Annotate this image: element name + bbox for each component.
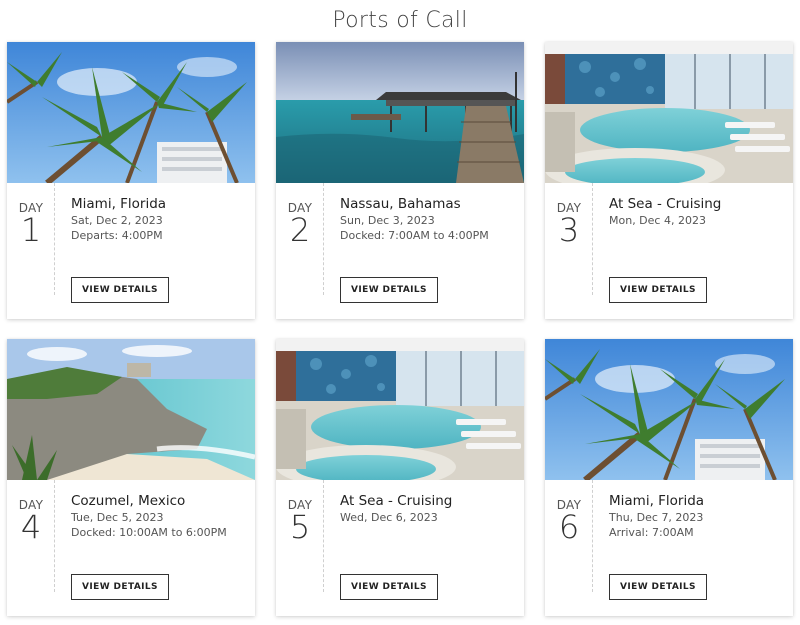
day-number: 6: [558, 508, 580, 546]
view-details-button[interactable]: VIEW DETAILS: [71, 574, 169, 600]
day-number: 3: [558, 211, 580, 249]
page-title: Ports of Call: [332, 8, 468, 33]
day-column: DAY 2: [276, 183, 324, 295]
port-date: Thu, Dec 7, 2023: [609, 511, 704, 524]
port-date: Tue, Dec 5, 2023: [71, 511, 164, 524]
port-card-day-2: DAY 2 Nassau, Bahamas Sun, Dec 3, 2023 D…: [276, 42, 524, 319]
day-column: DAY 5: [276, 480, 324, 592]
view-details-button[interactable]: VIEW DETAILS: [340, 574, 438, 600]
port-date: Wed, Dec 6, 2023: [340, 511, 438, 524]
day-column: DAY 4: [7, 480, 55, 592]
port-photo: [545, 339, 793, 480]
port-name: Nassau, Bahamas: [340, 196, 461, 212]
port-time: Arrival: 7:00AM: [609, 526, 694, 539]
port-photo: [7, 339, 255, 480]
port-name: At Sea - Cruising: [609, 196, 722, 212]
port-time: Docked: 7:00AM to 4:00PM: [340, 229, 489, 242]
port-card-day-5: DAY 5 At Sea - Cruising Wed, Dec 6, 2023…: [276, 339, 524, 616]
day-column: DAY 3: [545, 183, 593, 295]
port-date: Sun, Dec 3, 2023: [340, 214, 435, 227]
day-number: 4: [20, 508, 42, 546]
port-info: At Sea - Cruising Wed, Dec 6, 2023: [340, 493, 520, 525]
port-info: Miami, Florida Sat, Dec 2, 2023 Departs:…: [71, 196, 251, 243]
day-number: 1: [20, 211, 42, 249]
port-name: Cozumel, Mexico: [71, 493, 186, 509]
port-photo: [276, 42, 524, 183]
day-column: DAY 1: [7, 183, 55, 295]
port-name: Miami, Florida: [71, 196, 167, 212]
port-info: Miami, Florida Thu, Dec 7, 2023 Arrival:…: [609, 493, 789, 540]
port-card-day-6: DAY 6 Miami, Florida Thu, Dec 7, 2023 Ar…: [545, 339, 793, 616]
port-date: Mon, Dec 4, 2023: [609, 214, 706, 227]
port-info: Cozumel, Mexico Tue, Dec 5, 2023 Docked:…: [71, 493, 251, 540]
port-date: Sat, Dec 2, 2023: [71, 214, 163, 227]
view-details-button[interactable]: VIEW DETAILS: [609, 277, 707, 303]
day-column: DAY 6: [545, 480, 593, 592]
port-time: Departs: 4:00PM: [71, 229, 163, 242]
port-photo: [545, 42, 793, 183]
port-name: At Sea - Cruising: [340, 493, 453, 509]
port-photo: [7, 42, 255, 183]
day-number: 5: [289, 508, 311, 546]
view-details-button[interactable]: VIEW DETAILS: [71, 277, 169, 303]
port-card-day-1: DAY 1 Miami, Florida Sat, Dec 2, 2023 De…: [7, 42, 255, 319]
port-card-day-4: DAY 4 Cozumel, Mexico Tue, Dec 5, 2023 D…: [7, 339, 255, 616]
port-card-day-3: DAY 3 At Sea - Cruising Mon, Dec 4, 2023…: [545, 42, 793, 319]
day-number: 2: [289, 211, 311, 249]
port-info: At Sea - Cruising Mon, Dec 4, 2023: [609, 196, 789, 228]
view-details-button[interactable]: VIEW DETAILS: [609, 574, 707, 600]
port-name: Miami, Florida: [609, 493, 705, 509]
port-time: Docked: 10:00AM to 6:00PM: [71, 526, 227, 539]
port-photo: [276, 339, 524, 480]
port-info: Nassau, Bahamas Sun, Dec 3, 2023 Docked:…: [340, 196, 520, 243]
view-details-button[interactable]: VIEW DETAILS: [340, 277, 438, 303]
